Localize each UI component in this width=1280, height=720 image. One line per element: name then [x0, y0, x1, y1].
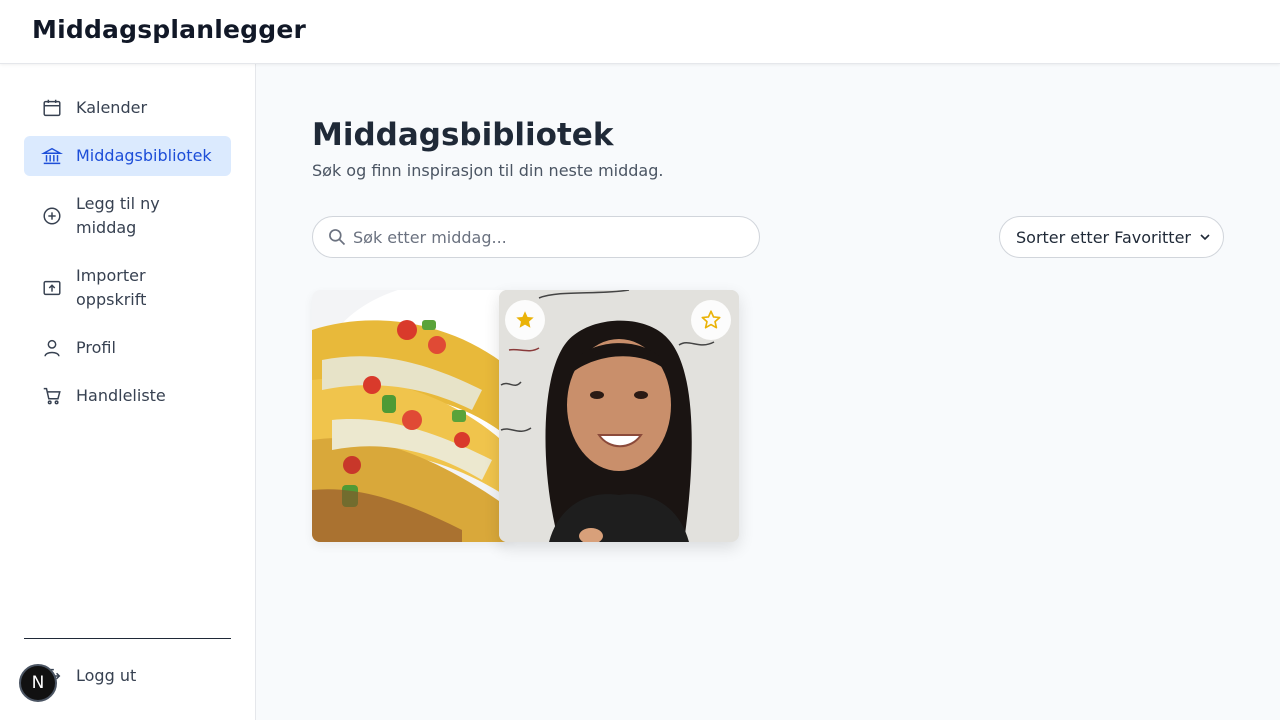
page-title: Middagsbibliotek: [312, 117, 614, 153]
sidebar-item-label: Kalender: [76, 98, 148, 117]
sidebar-item-label: Importer oppskrift: [76, 266, 147, 309]
main-content: Middagsbibliotek Søk og finn inspirasjon…: [256, 64, 1280, 720]
sidebar-item-label: Legg til ny middag: [76, 194, 160, 237]
library-icon: [40, 144, 64, 168]
star-filled-icon: [516, 311, 534, 328]
sidebar-item-label: Middagsbibliotek: [76, 146, 212, 165]
cart-icon: [40, 384, 64, 408]
top-bar: Middagsplanlegger: [0, 0, 1280, 64]
sidebar-item-legg-til[interactable]: Legg til ny middag: [24, 192, 231, 240]
sort-dropdown[interactable]: Sorter etter Favoritter: [999, 216, 1224, 258]
upload-icon: [40, 276, 64, 300]
favorite-toggle-button[interactable]: [691, 300, 731, 340]
calendar-icon: [40, 96, 64, 120]
sidebar-item-label: Profil: [76, 338, 116, 357]
sidebar-divider: [24, 638, 231, 639]
logout-label: Logg ut: [76, 666, 137, 685]
app-title: Middagsplanlegger: [32, 15, 307, 44]
sidebar-item-middagsbibliotek[interactable]: Middagsbibliotek: [24, 136, 231, 176]
framework-badge[interactable]: N: [19, 664, 57, 702]
sidebar-item-kalender[interactable]: Kalender: [24, 84, 231, 132]
sidebar-item-label: Handleliste: [76, 386, 166, 405]
search-icon: [329, 229, 346, 246]
search-bar[interactable]: [312, 216, 760, 258]
star-outline-icon: [701, 310, 721, 329]
sidebar-item-profil[interactable]: Profil: [24, 328, 231, 368]
dinner-card[interactable]: [312, 290, 512, 542]
sidebar-item-handleliste[interactable]: Handleliste: [24, 376, 231, 416]
sidebar-item-importer[interactable]: Importer oppskrift: [24, 264, 231, 312]
tacos-photo: [312, 290, 512, 542]
sidebar: Kalender Middagsbibliotek Legg til ny mi…: [0, 64, 256, 720]
page-subtitle: Søk og finn inspirasjon til din neste mi…: [312, 161, 664, 180]
search-input[interactable]: [353, 217, 749, 257]
chevron-down-icon: [1200, 234, 1210, 241]
favorite-toggle-button[interactable]: [505, 300, 545, 340]
user-icon: [40, 336, 64, 360]
sort-label: Sorter etter Favoritter: [1016, 227, 1191, 247]
dinner-card[interactable]: [499, 290, 739, 542]
plus-circle-icon: [40, 204, 64, 228]
